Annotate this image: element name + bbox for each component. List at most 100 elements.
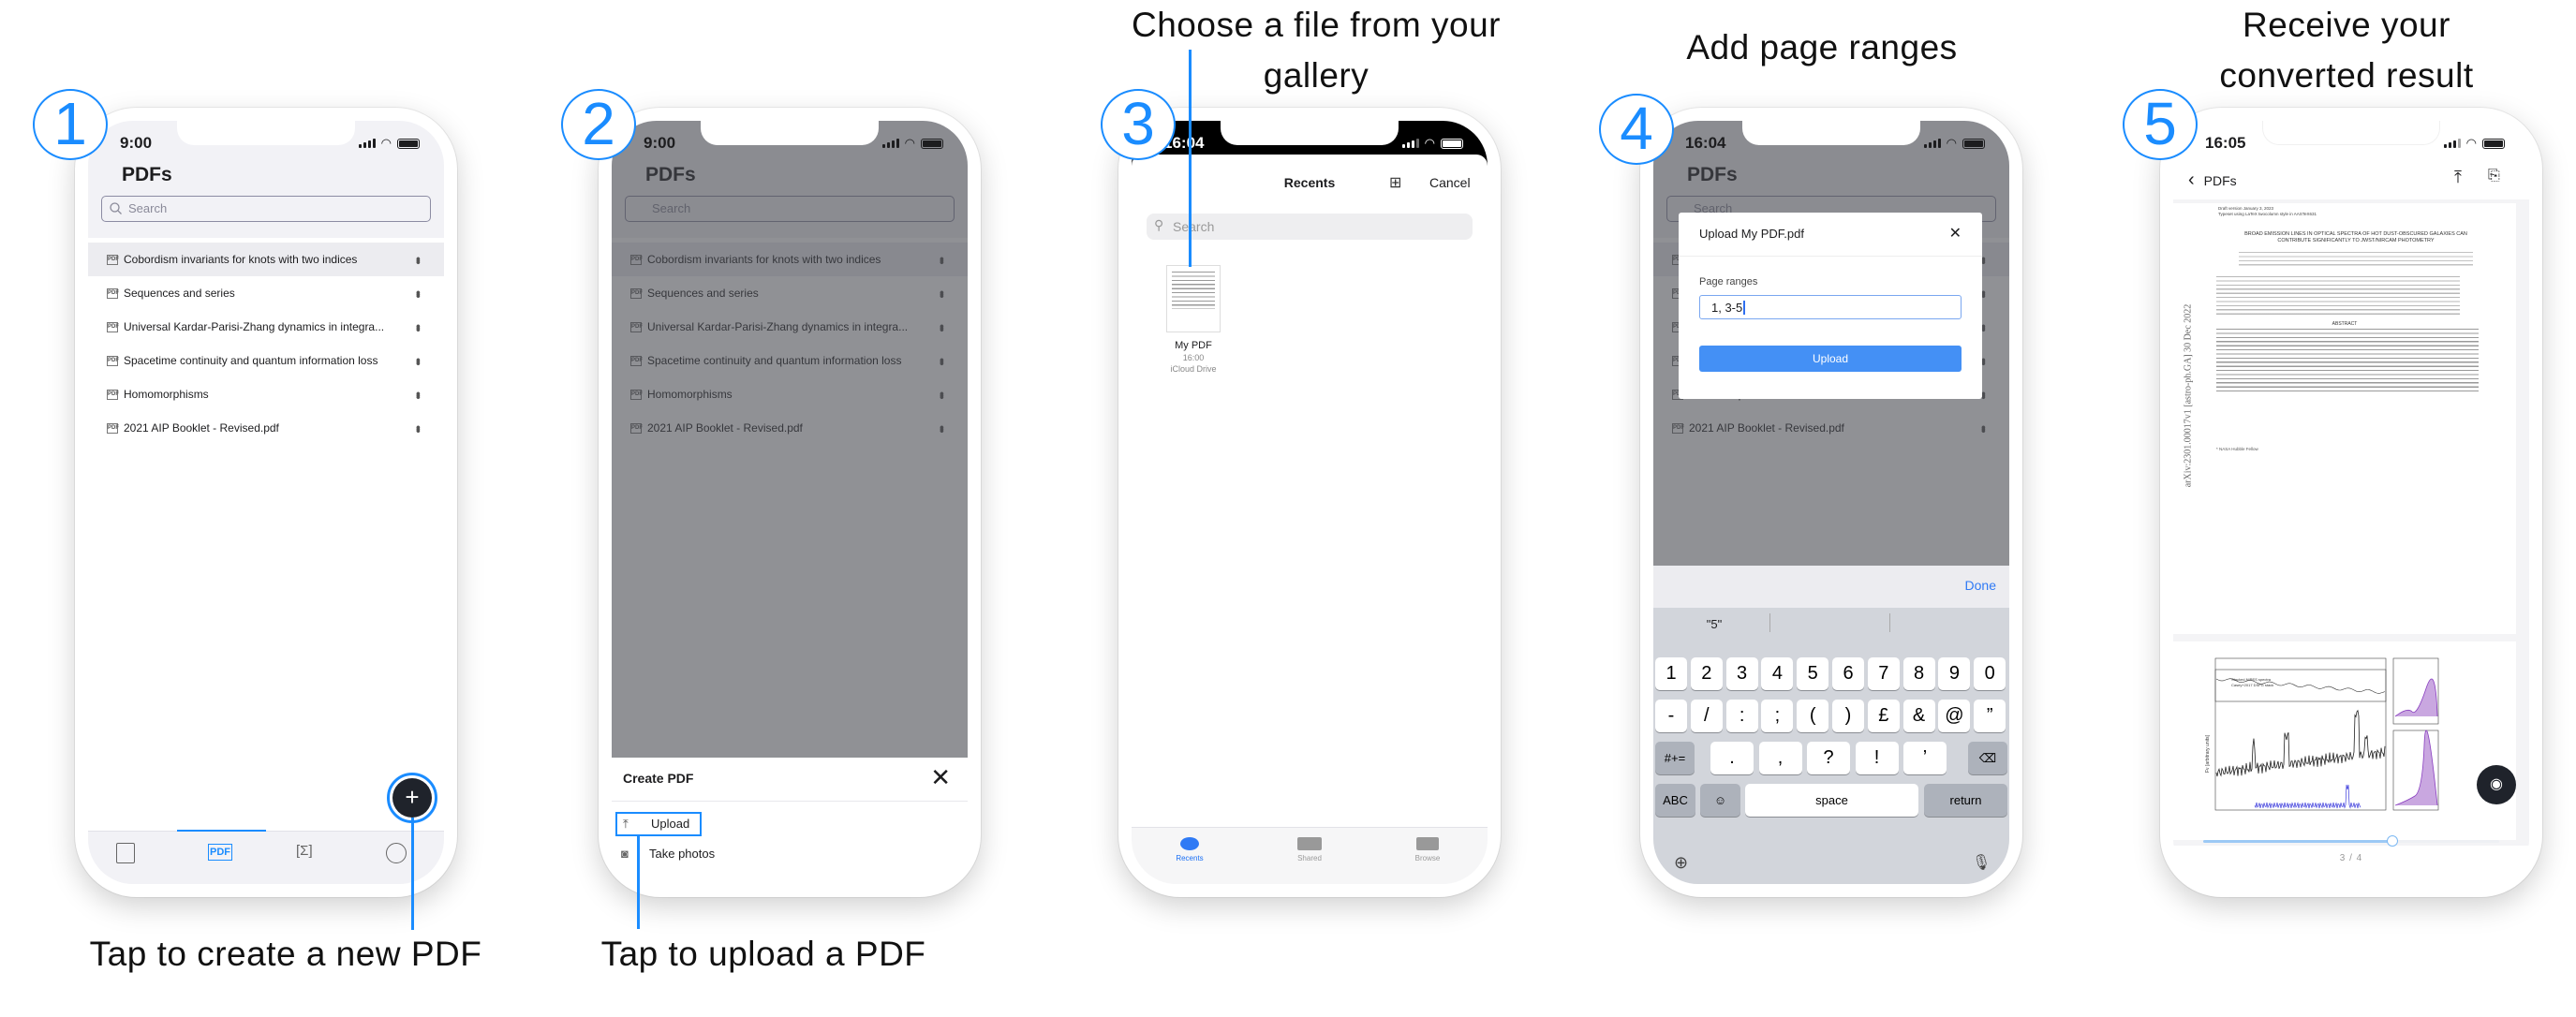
view-mode-button[interactable]: ◉ xyxy=(2477,765,2516,804)
battery-icon xyxy=(397,138,420,149)
tab-pdf[interactable]: PDF xyxy=(208,844,232,861)
search-icon: ⚲ xyxy=(1154,217,1164,232)
connector-line-step3 xyxy=(1189,50,1192,267)
search-input[interactable]: Search xyxy=(101,196,431,222)
tab-profile[interactable] xyxy=(386,843,407,863)
cancel-button[interactable]: Cancel xyxy=(1429,175,1471,190)
key[interactable]: 8 xyxy=(1902,657,1935,690)
folder-icon xyxy=(1416,837,1439,850)
list-item[interactable]: PDF Spacetime continuity and quantum info… xyxy=(88,344,444,377)
step-number-4: 4 xyxy=(1599,94,1674,165)
tab-shared[interactable]: Shared xyxy=(1281,837,1338,862)
search-input[interactable]: ⚲ Search xyxy=(1147,214,1473,240)
more-options-icon[interactable]: ••• xyxy=(411,425,426,431)
pdf-file-icon: PDF xyxy=(107,389,119,400)
key[interactable]: 9 xyxy=(1938,657,1971,690)
abc-key[interactable]: ABC xyxy=(1655,784,1695,817)
more-options-icon[interactable]: ••• xyxy=(411,358,426,363)
more-options-icon[interactable]: ••• xyxy=(411,290,426,296)
symbols-key[interactable]: #+= xyxy=(1655,742,1695,774)
sheet-title: Create PDF xyxy=(623,771,694,786)
key[interactable]: / xyxy=(1690,700,1723,732)
page-ranges-label: Page ranges xyxy=(1699,276,1758,287)
key[interactable]: @ xyxy=(1938,700,1971,732)
grid-view-button[interactable]: ⊞ xyxy=(1389,173,1401,192)
key[interactable]: ) xyxy=(1832,700,1864,732)
signal-icon xyxy=(1923,139,1941,148)
close-button[interactable]: ✕ xyxy=(930,763,951,792)
key[interactable]: - xyxy=(1655,700,1687,732)
key[interactable]: 5 xyxy=(1797,657,1829,690)
close-button[interactable]: ✕ xyxy=(1949,224,1962,243)
key[interactable]: ’ xyxy=(1903,742,1947,774)
emoji-icon: ☺ xyxy=(1713,793,1727,807)
create-pdf-fab[interactable]: + xyxy=(387,773,437,823)
file-time: 16:00 xyxy=(1182,353,1205,362)
done-button[interactable]: Done xyxy=(1965,578,1996,593)
step4-caption: Add page ranges xyxy=(1686,28,1958,66)
tab-formula[interactable]: [Σ] xyxy=(296,843,313,859)
tab-documents[interactable] xyxy=(116,843,135,863)
key[interactable]: & xyxy=(1902,700,1935,732)
phone-step1: 9:00 ◠ PDFs Search PDF Cobordism invarian… xyxy=(75,108,457,897)
page-slider[interactable] xyxy=(2203,835,2499,847)
export-button[interactable]: ⎘ xyxy=(2488,168,2500,184)
step1-caption: Tap to create a new PDF xyxy=(89,935,482,973)
key[interactable]: 3 xyxy=(1725,657,1758,690)
key[interactable]: ” xyxy=(1974,700,2006,732)
tab-recents[interactable]: Recents xyxy=(1162,837,1218,862)
tab-browse[interactable]: Browse xyxy=(1399,837,1456,862)
upload-button[interactable]: Upload xyxy=(1699,346,1962,372)
page-ranges-input[interactable]: 1, 3-5 xyxy=(1699,295,1962,319)
key[interactable]: : xyxy=(1725,700,1758,732)
key[interactable]: ( xyxy=(1797,700,1829,732)
file-item-my-pdf[interactable]: My PDF 16:00 iCloud Drive xyxy=(1160,265,1227,374)
key[interactable]: . xyxy=(1710,742,1754,774)
file-thumbnail xyxy=(1166,265,1221,332)
modal-overlay[interactable] xyxy=(612,121,968,758)
key[interactable]: ! xyxy=(1855,742,1899,774)
status-time: 16:05 xyxy=(2205,134,2246,152)
keyboard-suggestion[interactable]: "5" xyxy=(1672,617,1756,631)
key[interactable]: 2 xyxy=(1690,657,1723,690)
more-options-icon[interactable]: ••• xyxy=(411,324,426,330)
list-item[interactable]: PDF Sequences and series ••• xyxy=(88,276,444,310)
phone-step3: 16:04 ◠ Recents ⊞ Cancel ⚲ Search My PDF … xyxy=(1118,108,1501,897)
return-key[interactable]: return xyxy=(1924,784,2007,817)
key[interactable]: 4 xyxy=(1761,657,1794,690)
key[interactable]: , xyxy=(1758,742,1802,774)
close-icon: ✕ xyxy=(930,763,951,791)
list-item[interactable]: PDF 2021 AIP Booklet - Revised.pdf ••• xyxy=(88,411,444,445)
status-time: 9:00 xyxy=(644,134,676,152)
backspace-key[interactable]: ⌫ xyxy=(1968,742,2007,774)
pdf-file-icon: PDF xyxy=(107,321,119,332)
list-item[interactable]: PDF Cobordism invariants for knots with t… xyxy=(88,243,444,276)
back-button[interactable]: ‹ PDFs xyxy=(2188,170,2237,191)
key[interactable]: 0 xyxy=(1974,657,2006,690)
connector-line-step1 xyxy=(411,818,414,930)
key[interactable]: ? xyxy=(1807,742,1850,774)
battery-icon xyxy=(1441,138,1463,149)
step-number-1: 1 xyxy=(33,89,108,160)
more-options-icon[interactable]: ••• xyxy=(411,257,426,262)
list-item[interactable]: PDF Universal Kardar-Parisi-Zhang dynamic… xyxy=(88,310,444,344)
more-options-icon[interactable]: ••• xyxy=(411,391,426,397)
key[interactable]: 1 xyxy=(1655,657,1687,690)
emoji-key[interactable]: ☺ xyxy=(1700,784,1740,817)
signal-icon xyxy=(881,139,899,148)
microphone-icon[interactable]: 🎙 xyxy=(1972,853,1991,872)
upload-option[interactable]: ⤒ Upload xyxy=(615,812,702,836)
key[interactable]: £ xyxy=(1867,700,1900,732)
globe-icon[interactable]: ⊕ xyxy=(1674,853,1688,873)
keyboard-accessory-bar: Done xyxy=(1653,566,2009,608)
key[interactable]: 6 xyxy=(1832,657,1864,690)
space-key[interactable]: space xyxy=(1745,784,1918,817)
take-photos-option[interactable]: ◙ Take photos xyxy=(621,847,808,861)
key[interactable]: ; xyxy=(1761,700,1794,732)
list-item[interactable]: PDF Homomorphisms ••• xyxy=(88,377,444,411)
pdf-page-2: Stacked NIRES spectra Casey+2017 DSFG st… xyxy=(2173,641,2516,840)
camera-icon: ◙ xyxy=(621,847,629,861)
key[interactable]: 7 xyxy=(1867,657,1900,690)
share-button[interactable]: ⤒ xyxy=(2454,168,2462,187)
status-time: 9:00 xyxy=(120,134,153,152)
